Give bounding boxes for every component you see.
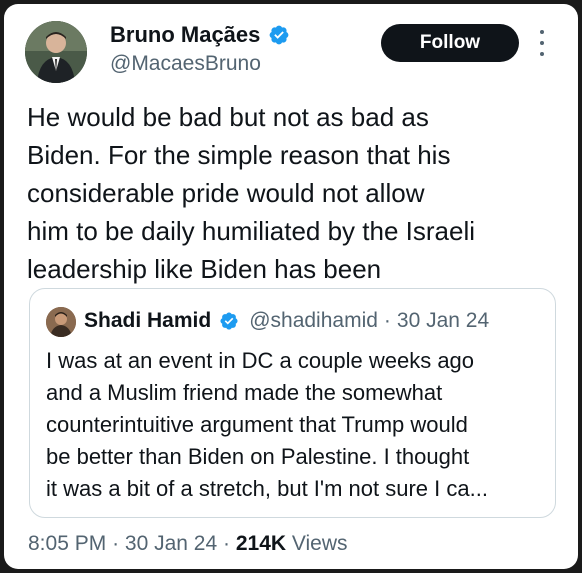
tweet-text: He would be bad but not as bad as Biden.…	[27, 102, 476, 284]
meta-separator: ·	[383, 309, 391, 332]
quoted-tweet-date[interactable]: 30 Jan 24	[397, 309, 489, 333]
quoted-author-handle[interactable]: @shadihamid	[249, 309, 378, 333]
author-name[interactable]: Bruno Maçães	[110, 22, 260, 48]
quoted-tweet-header: Shadi Hamid @shadihamid · 30 Jan 24	[84, 309, 489, 333]
more-dot	[540, 30, 544, 34]
quoted-tweet-text: I was at an event in DC a couple weeks a…	[46, 348, 488, 501]
more-options-icon[interactable]	[536, 30, 548, 56]
tweet-date[interactable]: 30 Jan 24	[125, 532, 217, 555]
tweet-card: Bruno Maçães @MacaesBruno Follow He woul…	[4, 4, 578, 569]
views-label: Views	[291, 532, 348, 555]
meta-separator: ·	[223, 532, 230, 555]
tweet-footer: 8:05 PM · 30 Jan 24 · 214K Views	[28, 532, 348, 556]
author-avatar-image	[25, 21, 87, 83]
verified-badge-icon	[220, 312, 238, 330]
more-dot	[540, 41, 544, 45]
verified-badge-icon	[269, 25, 289, 45]
views-count: 214K	[235, 532, 287, 555]
author-name-row: Bruno Maçães	[110, 22, 290, 48]
meta-separator: ·	[112, 532, 120, 555]
author-avatar[interactable]	[25, 21, 87, 83]
quoted-author-avatar-image	[46, 307, 76, 337]
follow-button[interactable]: Follow	[381, 24, 519, 62]
quoted-tweet[interactable]: Shadi Hamid @shadihamid · 30 Jan 24 I wa…	[29, 288, 556, 518]
author-handle[interactable]: @MacaesBruno	[110, 52, 261, 76]
more-dot	[540, 52, 544, 56]
quoted-author-name[interactable]: Shadi Hamid	[84, 309, 211, 333]
quoted-author-avatar[interactable]	[46, 307, 76, 337]
tweet-time[interactable]: 8:05 PM	[28, 532, 106, 555]
